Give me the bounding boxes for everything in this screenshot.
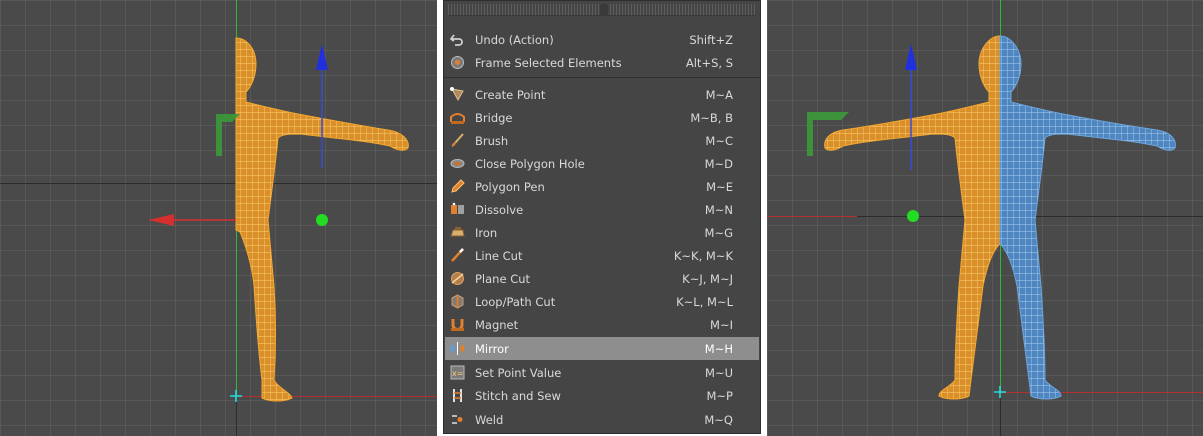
menu-item-brush[interactable]: Brush M~C <box>445 129 759 152</box>
menu-item-label: Frame Selected Elements <box>475 55 622 70</box>
menu-item-shortcut: K~K, M~K <box>673 248 733 263</box>
menu-item-shortcut: M~E <box>706 179 733 194</box>
svg-text:x=: x= <box>452 369 463 378</box>
line-cut-icon <box>449 247 466 264</box>
menu-item-dissolve[interactable]: Dissolve M~N <box>445 198 759 221</box>
menu-item-label: Bridge <box>475 110 513 125</box>
y-axis-arrow-icon <box>316 44 328 70</box>
x-axis-arrow-icon <box>148 214 174 226</box>
frame-selected-icon <box>449 54 466 71</box>
menu-item-polygon-pen[interactable]: Polygon Pen M~E <box>445 175 759 198</box>
menu-item-label: Create Point <box>475 87 546 102</box>
menu-item-label: Close Polygon Hole <box>475 156 585 171</box>
menu-item-shortcut: M~B, B <box>690 110 733 125</box>
loop-path-cut-icon <box>449 293 466 310</box>
dissolve-icon <box>449 201 466 218</box>
menu-item-weld[interactable]: Weld M~Q <box>445 408 759 431</box>
menu-item-magnet[interactable]: Magnet M~I <box>445 313 759 336</box>
menu-item-label: Iron <box>475 225 498 240</box>
menu-item-label: Dissolve <box>475 202 524 217</box>
undo-icon <box>449 31 466 48</box>
menu-item-shortcut: Alt+S, S <box>685 55 733 70</box>
y-axis-arrow-icon <box>905 44 917 70</box>
menu-item-undo-action[interactable]: Undo (Action) Shift+Z <box>445 28 759 51</box>
menu-item-label: Mirror <box>475 341 509 356</box>
menu-item-label: Brush <box>475 133 509 148</box>
menu-separator <box>444 77 760 78</box>
menu-item-shortcut: M~D <box>704 156 733 171</box>
menu-item-shortcut: M~C <box>705 133 733 148</box>
menu-item-shortcut: Shift+Z <box>689 32 733 47</box>
menu-tear-off-grip[interactable] <box>448 4 756 16</box>
z-axis-handle-icon <box>316 214 328 226</box>
menu-item-create-point[interactable]: Create Point M~A <box>445 83 759 106</box>
origin-cross-icon <box>994 386 1006 398</box>
stitch-and-sew-icon <box>449 387 466 404</box>
set-point-value-icon: x= <box>449 364 466 381</box>
menu-item-set-point-value[interactable]: x= Set Point Value M~U <box>445 361 759 384</box>
menu-item-loop-path-cut[interactable]: Loop/Path Cut K~L, M~L <box>445 290 759 313</box>
menu-item-stitch-and-sew[interactable]: Stitch and Sew M~P <box>445 384 759 407</box>
viewport-after-mirror[interactable] <box>767 0 1203 436</box>
menu-item-plane-cut[interactable]: Plane Cut K~J, M~J <box>445 267 759 290</box>
menu-item-label: Loop/Path Cut <box>475 294 556 309</box>
menu-item-label: Line Cut <box>475 248 523 263</box>
menu-item-label: Set Point Value <box>475 365 562 380</box>
menu-item-label: Weld <box>475 412 504 427</box>
mirror-icon <box>449 340 466 357</box>
menu-item-label: Stitch and Sew <box>475 388 561 403</box>
menu-item-shortcut: M~Q <box>704 412 733 427</box>
menu-item-label: Polygon Pen <box>475 179 545 194</box>
menu-item-label: Plane Cut <box>475 271 531 286</box>
menu-item-frame-selected[interactable]: Frame Selected Elements Alt+S, S <box>445 51 759 74</box>
menu-item-label: Undo (Action) <box>475 32 554 47</box>
close-polygon-hole-icon <box>449 155 466 172</box>
menu-item-shortcut: K~L, M~L <box>676 294 733 309</box>
menu-item-shortcut: M~G <box>704 225 733 240</box>
menu-item-shortcut: M~P <box>706 388 734 403</box>
grip-handle-icon <box>600 4 608 16</box>
menu-item-shortcut: K~J, M~J <box>682 271 733 286</box>
menu-item-shortcut: M~N <box>704 202 733 217</box>
mesh-half-right-mirrored <box>999 35 1176 400</box>
viewport-before-mirror[interactable] <box>0 0 437 436</box>
menu-item-line-cut[interactable]: Line Cut K~K, M~K <box>445 244 759 267</box>
iron-icon <box>449 224 466 241</box>
weld-icon <box>449 411 466 428</box>
create-point-icon <box>449 86 466 103</box>
menu-item-label: Magnet <box>475 317 519 332</box>
origin-cross-icon <box>230 390 242 402</box>
menu-item-shortcut: M~A <box>705 87 733 102</box>
menu-item-bridge[interactable]: Bridge M~B, B <box>445 106 759 129</box>
menu-item-iron[interactable]: Iron M~G <box>445 221 759 244</box>
polygon-pen-icon <box>449 178 466 195</box>
bridge-icon <box>449 109 466 126</box>
menu-item-close-polygon-hole[interactable]: Close Polygon Hole M~D <box>445 152 759 175</box>
menu-item-shortcut: M~I <box>710 317 733 332</box>
mesh-commands-menu: Undo (Action) Shift+Z Frame Selected Ele… <box>443 0 761 434</box>
brush-icon <box>449 132 466 149</box>
menu-item-mirror[interactable]: Mirror M~H <box>445 337 759 360</box>
plane-cut-icon <box>449 270 466 287</box>
menu-item-shortcut: M~H <box>704 341 733 356</box>
half-mesh-figure[interactable] <box>0 0 437 436</box>
magnet-icon <box>449 316 466 333</box>
full-mesh-figure[interactable] <box>767 0 1203 436</box>
menu-item-shortcut: M~U <box>705 365 733 380</box>
z-axis-handle-icon <box>907 210 919 222</box>
